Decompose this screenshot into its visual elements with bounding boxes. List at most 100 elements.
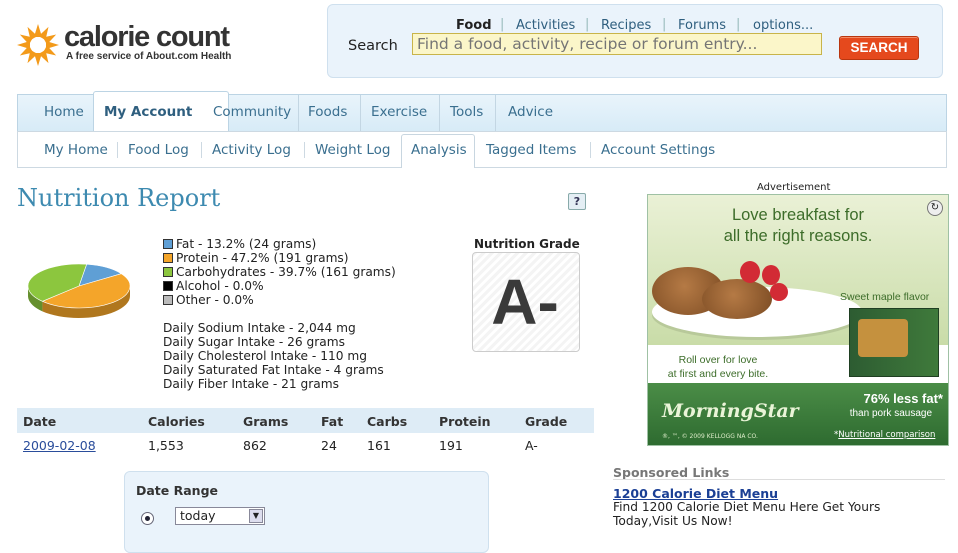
ad-product-photo bbox=[858, 319, 908, 357]
date-range-select[interactable]: today ▼ bbox=[175, 507, 265, 525]
search-input[interactable] bbox=[412, 33, 822, 55]
subnav-analysis[interactable]: Analysis bbox=[411, 142, 467, 158]
subnav-account-settings[interactable]: Account Settings bbox=[601, 142, 715, 158]
row-grade: A- bbox=[525, 438, 538, 453]
ad-headline-line: all the right reasons. bbox=[723, 227, 873, 245]
nav-exercise[interactable]: Exercise bbox=[371, 104, 427, 120]
logo-sun-icon[interactable] bbox=[15, 22, 61, 68]
intake-sodium: Daily Sodium Intake - 2,044 mg bbox=[163, 321, 356, 335]
nav-separator bbox=[298, 95, 299, 131]
secondary-nav: My Home Food Log Activity Log Weight Log… bbox=[17, 131, 947, 168]
row-date-link[interactable]: 2009-02-08 bbox=[23, 438, 96, 453]
chevron-down-icon[interactable]: ▼ bbox=[249, 509, 263, 523]
intake-fiber: Daily Fiber Intake - 21 grams bbox=[163, 377, 339, 391]
nav-separator bbox=[439, 95, 440, 131]
col-fat: Fat bbox=[321, 414, 344, 429]
search-tab-recipes[interactable]: Recipes bbox=[601, 18, 651, 33]
subnav-weight-log[interactable]: Weight Log bbox=[315, 142, 390, 158]
subnav-tagged-items[interactable]: Tagged Items bbox=[486, 142, 576, 158]
sponsored-description: Find 1200 Calorie Diet Menu Here Get You… bbox=[613, 500, 881, 528]
subnav-separator bbox=[117, 142, 118, 158]
tab-separator: | bbox=[662, 17, 667, 32]
ad-product-box bbox=[849, 308, 939, 377]
ad-rollover-line: at first and every bite. bbox=[667, 368, 769, 380]
search-panel: Food | Activities | Recipes | Forums | o… bbox=[327, 4, 943, 78]
sponsored-link[interactable]: 1200 Calorie Diet Menu bbox=[613, 486, 778, 501]
ad-rollover-line: Roll over for love bbox=[678, 354, 758, 366]
col-protein: Protein bbox=[439, 414, 491, 429]
intake-cholesterol: Daily Cholesterol Intake - 110 mg bbox=[163, 349, 367, 363]
subnav-separator bbox=[201, 142, 202, 158]
date-range-label: Date Range bbox=[136, 483, 219, 498]
row-fat: 24 bbox=[321, 438, 337, 453]
table-header bbox=[17, 408, 594, 433]
search-tab-forums[interactable]: Forums bbox=[678, 18, 726, 33]
search-tab-options[interactable]: options... bbox=[753, 18, 813, 33]
legend-alcohol: Alcohol - 0.0% bbox=[176, 279, 264, 293]
primary-nav: Home My Account Community Foods Exercise… bbox=[17, 91, 947, 133]
search-label: Search bbox=[348, 38, 398, 54]
ad-headline-line: Love breakfast for bbox=[731, 206, 865, 224]
nutrition-pie-chart bbox=[28, 263, 131, 318]
ad-strawberry-image bbox=[770, 283, 788, 301]
search-tab-activities[interactable]: Activities bbox=[516, 18, 575, 33]
intake-sugar: Daily Sugar Intake - 26 grams bbox=[163, 335, 345, 349]
advertisement-banner[interactable]: Love breakfast for all the right reasons… bbox=[647, 194, 949, 446]
row-calories: 1,553 bbox=[148, 438, 184, 453]
legend-swatch-other bbox=[163, 295, 173, 305]
radio-selected-dot bbox=[145, 516, 150, 521]
legend-carbohydrates: Carbohydrates - 39.7% (161 grams) bbox=[176, 265, 396, 279]
ad-comparison-text[interactable]: Nutritional comparison bbox=[838, 430, 935, 440]
ad-fat-claim: 76% less fat* bbox=[863, 391, 944, 406]
ad-sweet-text: Sweet maple flavor bbox=[840, 291, 930, 303]
subnav-separator bbox=[304, 142, 305, 158]
ad-rollover-text: Roll over for love at first and every bi… bbox=[648, 353, 788, 381]
row-grams: 862 bbox=[243, 438, 267, 453]
nav-my-account[interactable]: My Account bbox=[104, 104, 192, 120]
row-protein: 191 bbox=[439, 438, 463, 453]
nav-separator bbox=[495, 95, 496, 131]
row-carbs: 161 bbox=[367, 438, 391, 453]
tab-separator: | bbox=[736, 17, 741, 32]
sponsored-divider bbox=[613, 479, 945, 480]
refresh-icon[interactable]: ↻ bbox=[927, 200, 943, 216]
search-button[interactable]: SEARCH bbox=[839, 36, 919, 60]
grade-label: Nutrition Grade bbox=[474, 237, 580, 251]
ad-comparison-link[interactable]: *Nutritional comparison bbox=[834, 430, 935, 440]
legend-swatch-fat bbox=[163, 239, 173, 249]
ad-fine-print: ®, ™, © 2009 KELLOGG NA CO. bbox=[662, 433, 758, 440]
col-calories: Calories bbox=[148, 414, 205, 429]
subnav-my-home[interactable]: My Home bbox=[44, 142, 108, 158]
col-carbs: Carbs bbox=[367, 414, 408, 429]
nav-advice[interactable]: Advice bbox=[508, 104, 553, 120]
search-tab-food[interactable]: Food bbox=[456, 18, 492, 33]
logo-wordmark[interactable]: calorie count bbox=[64, 20, 230, 54]
subnav-separator bbox=[590, 142, 591, 158]
legend-swatch-carbohydrates bbox=[163, 267, 173, 277]
grade-value: A- bbox=[491, 266, 559, 338]
intake-saturated-fat: Daily Saturated Fat Intake - 4 grams bbox=[163, 363, 384, 377]
legend-fat: Fat - 13.2% (24 grams) bbox=[176, 237, 317, 251]
nav-foods[interactable]: Foods bbox=[308, 104, 347, 120]
col-grade: Grade bbox=[525, 414, 568, 429]
subnav-activity-log[interactable]: Activity Log bbox=[212, 142, 291, 158]
subnav-food-log[interactable]: Food Log bbox=[128, 142, 189, 158]
page-title: Nutrition Report bbox=[17, 184, 221, 212]
ad-label: Advertisement bbox=[757, 182, 831, 193]
nav-home[interactable]: Home bbox=[44, 104, 84, 120]
col-grams: Grams bbox=[243, 414, 289, 429]
ad-patty-image bbox=[702, 279, 772, 319]
nav-separator bbox=[360, 95, 361, 131]
ad-brand-logo: MorningStar bbox=[662, 400, 799, 422]
ad-strawberry-image bbox=[740, 261, 760, 283]
nav-community[interactable]: Community bbox=[213, 104, 291, 120]
legend-other: Other - 0.0% bbox=[176, 293, 254, 307]
legend-protein: Protein - 47.2% (191 grams) bbox=[176, 251, 349, 265]
col-date: Date bbox=[23, 414, 57, 429]
help-icon[interactable]: ? bbox=[568, 193, 586, 210]
nav-tools[interactable]: Tools bbox=[450, 104, 483, 120]
sponsored-heading: Sponsored Links bbox=[613, 465, 730, 480]
tab-separator: | bbox=[585, 17, 590, 32]
legend-swatch-protein bbox=[163, 253, 173, 263]
legend-swatch-alcohol bbox=[163, 281, 173, 291]
